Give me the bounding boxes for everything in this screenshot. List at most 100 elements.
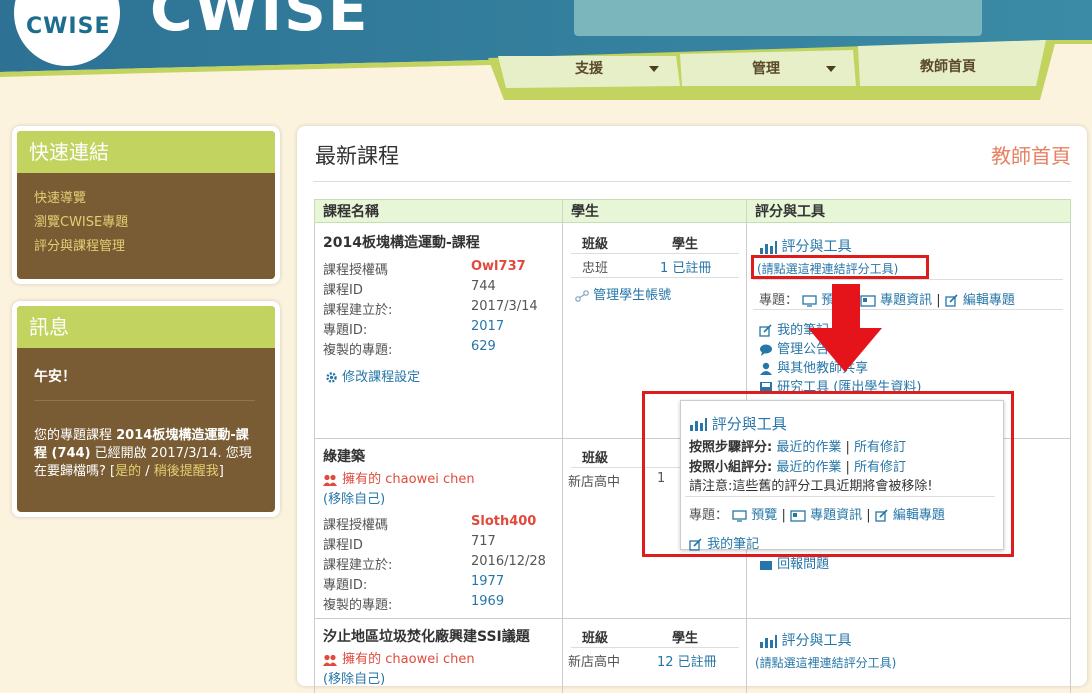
owner-info: 擁有的 chaowei chen xyxy=(323,468,475,487)
owner-info: 擁有的 chaowei chen xyxy=(323,648,475,667)
message-end: ] xyxy=(218,464,224,479)
title-divider xyxy=(313,181,1071,182)
class-header: 班級 xyxy=(582,237,609,252)
field-label: 課程ID xyxy=(323,283,363,298)
field-label: 課程建立於: xyxy=(323,558,393,573)
grading-tools-label: 評分與工具 xyxy=(781,633,852,649)
table-border xyxy=(314,223,315,693)
col-students: 學生 xyxy=(562,199,747,223)
logo-text-big: CWISE xyxy=(150,0,370,44)
messages-panel: 訊息 午安！ 您的專題課程 2014板塊構造運動-課程 (744) 已經開啟 2… xyxy=(12,301,280,517)
archive-yes-link[interactable]: 是的 xyxy=(115,464,141,479)
popup-title-link[interactable]: 評分與工具 xyxy=(689,413,787,434)
popup-notice: 請注意:這些舊的評分工具近期將會被移除! xyxy=(689,479,933,494)
messages-title: 訊息 xyxy=(17,306,275,348)
created-date: 2016/12/28 xyxy=(471,554,546,569)
quick-links-title: 快速連結 xyxy=(17,131,275,173)
grading-tools-label: 評分與工具 xyxy=(781,239,852,255)
project-id-link[interactable]: 1977 xyxy=(471,574,504,589)
edit-project-button[interactable]: 編輯專題 xyxy=(945,293,1015,308)
popup-title: 評分與工具 xyxy=(711,415,787,433)
info-card-icon xyxy=(790,509,806,522)
user-icon xyxy=(760,362,772,375)
grade-team-recent-link[interactable]: 最近的作業 xyxy=(776,460,841,475)
nav-support-label: 支援 xyxy=(575,61,603,77)
table-border xyxy=(562,223,563,693)
class-name: 忠班 xyxy=(582,261,609,276)
remind-later-link[interactable]: 稍後提醒我 xyxy=(154,464,219,479)
project-actions: 專題： 預覽 | 專題資訊 | 編輯專題 xyxy=(759,293,1015,308)
grade-step-all-link[interactable]: 所有修訂 xyxy=(854,440,906,455)
nav-manage[interactable]: 管理 xyxy=(682,50,850,86)
field-label: 專題ID: xyxy=(323,323,368,338)
edit-project-label: 編輯專題 xyxy=(962,293,1015,308)
grading-tools-link[interactable]: 評分與工具 xyxy=(759,630,851,650)
quick-links-panel: 快速連結 快速導覽 瀏覽CWISE專題 評分與課程管理 xyxy=(12,126,280,284)
project-info-label: 專題資訊 xyxy=(880,293,933,308)
gear-icon xyxy=(326,372,337,383)
highlight-box xyxy=(751,255,929,279)
access-code: Owl737 xyxy=(471,259,526,274)
greeting: 午安！ xyxy=(34,369,76,385)
field-label: 課程授權碼 xyxy=(323,518,389,533)
popup-project-label: 專題： xyxy=(689,508,729,523)
popup-project-info-label: 專題資訊 xyxy=(810,508,863,523)
class-header: 班級 xyxy=(582,451,609,466)
link-grading-management[interactable]: 評分與課程管理 xyxy=(17,235,275,259)
remove-self-link[interactable]: (移除自己) xyxy=(323,488,385,507)
arrow-down-icon xyxy=(808,284,882,372)
nav-teacher-home[interactable]: 教師首頁 xyxy=(860,48,1036,84)
users-icon xyxy=(323,474,337,486)
table-border xyxy=(1070,223,1071,693)
project-id-link[interactable]: 2017 xyxy=(471,319,504,334)
grading-tools-link[interactable]: 評分與工具 xyxy=(759,236,851,256)
field-label: 課程ID xyxy=(323,538,363,553)
grading-tools-hint-link[interactable]: (請點選這裡連結評分工具) xyxy=(755,654,896,671)
field-label: 專題ID: xyxy=(323,578,368,593)
popup-my-notes-button[interactable]: 我的筆記 xyxy=(689,533,759,552)
link-quick-tour[interactable]: 快速導覽 xyxy=(17,187,275,211)
edit-course-settings-button[interactable]: 修改課程設定 xyxy=(325,366,420,385)
students-header: 學生 xyxy=(672,631,699,646)
student-count-link[interactable]: 1 已註冊 xyxy=(660,257,711,276)
col-course-name: 課程名稱 xyxy=(314,199,563,223)
message-text: 您的專題課程 xyxy=(34,428,117,443)
popup-project-info-button[interactable]: 專題資訊 xyxy=(790,508,862,523)
nav-support[interactable]: 支援 xyxy=(505,50,673,86)
course-name: 綠建築 xyxy=(323,449,365,465)
grade-by-team-label: 按照小組評分: xyxy=(689,460,773,475)
message-slash: / xyxy=(141,464,154,479)
field-label: 複製的專題: xyxy=(323,343,393,358)
popup-preview-button[interactable]: 預覽 xyxy=(732,508,777,523)
link-browse-projects[interactable]: 瀏覽CWISE專題 xyxy=(17,211,275,235)
popup-project-actions: 專題： 預覽 | 專題資訊 | 編輯專題 xyxy=(689,508,945,523)
student-count-link[interactable]: 12 已註冊 xyxy=(657,651,717,670)
copied-project-link[interactable]: 1969 xyxy=(471,594,504,609)
bar-chart-icon xyxy=(760,240,777,254)
users-icon xyxy=(323,654,337,666)
course-id: 744 xyxy=(471,279,496,294)
popup-edit-project-button[interactable]: 編輯專題 xyxy=(875,508,945,523)
network-icon xyxy=(575,289,589,302)
grade-team-all-link[interactable]: 所有修訂 xyxy=(854,460,906,475)
owner-label: 擁有的 chaowei chen xyxy=(342,652,475,667)
chevron-down-icon xyxy=(826,66,836,72)
grade-by-step-row: 按照步驟評分: 最近的作業 | 所有修訂 xyxy=(689,440,907,455)
teacher-home-link[interactable]: 教師首頁 xyxy=(991,140,1071,169)
manage-students-label: 管理學生帳號 xyxy=(593,288,672,303)
manage-students-button[interactable]: 管理學生帳號 xyxy=(575,284,671,303)
class-name: 新店高中 xyxy=(568,475,621,490)
bar-chart-icon xyxy=(760,634,777,648)
grade-step-recent-link[interactable]: 最近的作業 xyxy=(776,440,841,455)
copied-project-link[interactable]: 629 xyxy=(471,339,496,354)
col-tools: 評分與工具 xyxy=(746,199,1071,223)
grade-by-step-label: 按照步驟評分: xyxy=(689,440,773,455)
class-name: 新店高中 xyxy=(568,655,621,670)
popup-preview-label: 預覽 xyxy=(751,508,778,523)
remove-self-link[interactable]: (移除自己) xyxy=(323,668,385,687)
field-label: 課程建立於: xyxy=(323,303,393,318)
popup-divider xyxy=(685,496,995,497)
course-id: 717 xyxy=(471,534,496,549)
archive-message: 您的專題課程 2014板塊構造運動-課程 (744) 已經開啟 2017/3/1… xyxy=(17,401,275,481)
field-label: 複製的專題: xyxy=(323,598,393,613)
